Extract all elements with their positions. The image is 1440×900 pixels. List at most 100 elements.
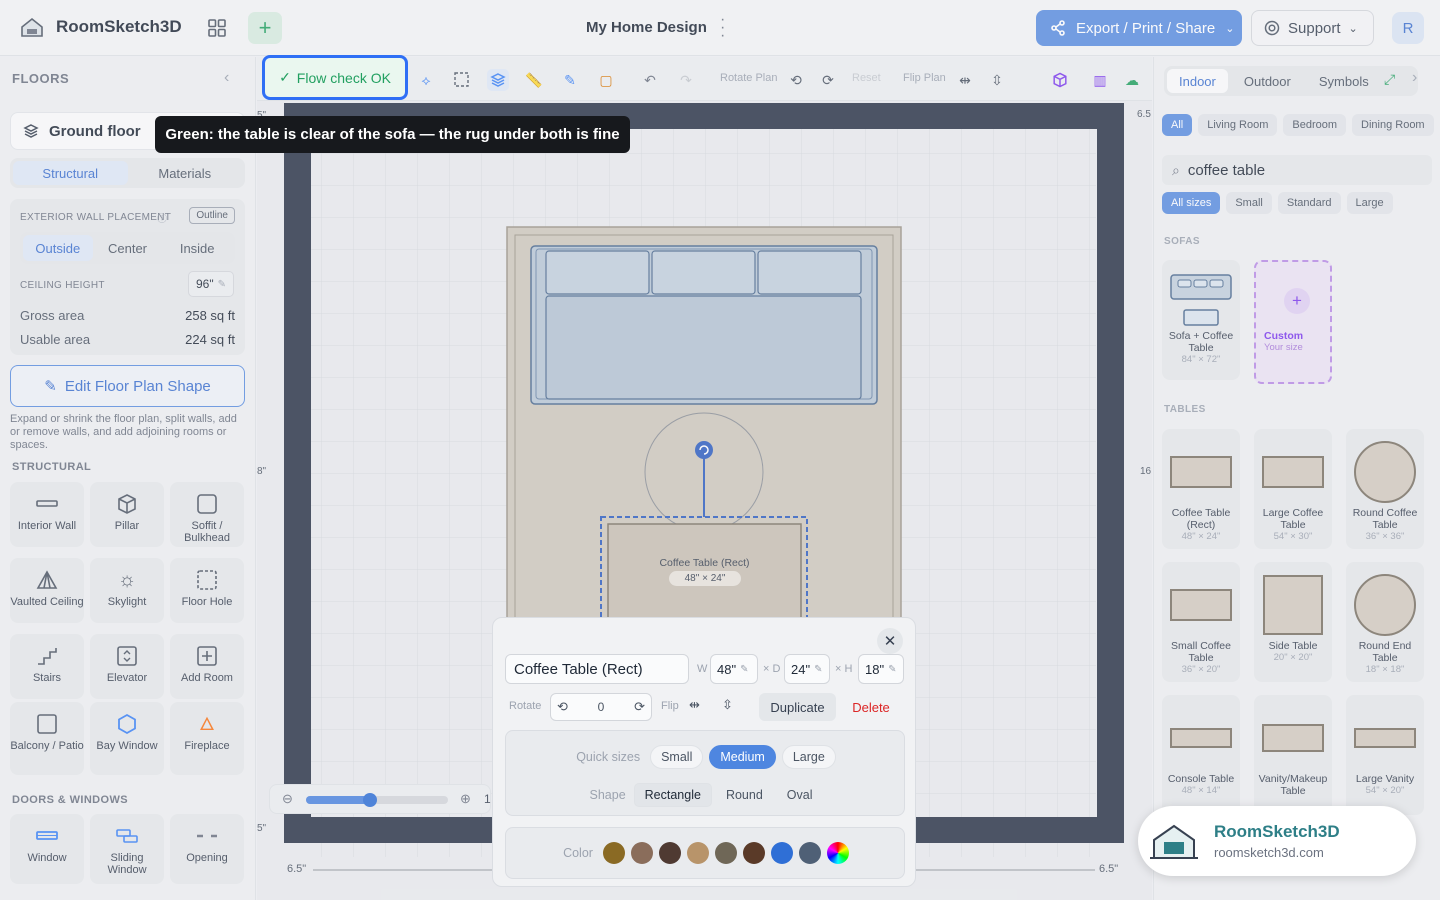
tab-outdoor[interactable]: Outdoor [1232, 69, 1303, 93]
library-item[interactable]: Side Table 20" × 20" [1254, 562, 1332, 682]
tool-bay-window[interactable]: Bay Window [90, 702, 164, 775]
room-chip-bedroom[interactable]: Bedroom [1283, 114, 1347, 136]
avatar[interactable]: R [1392, 12, 1424, 44]
rotate-cw-icon[interactable]: ⟳ [634, 699, 645, 715]
project-menu-icon[interactable]: · · · [720, 12, 725, 44]
rotate-value[interactable]: 0 [598, 700, 605, 714]
color-swatch[interactable] [742, 842, 765, 864]
note-icon[interactable]: ▢ [595, 69, 617, 91]
ruler-icon[interactable]: 📏 [523, 69, 545, 91]
flip-horizontal-icon[interactable]: ⇹ [689, 697, 700, 713]
library-item[interactable]: Round End Table 18" × 18" [1346, 562, 1424, 682]
tool-opening[interactable]: Opening [170, 814, 244, 884]
expand-icon[interactable]: ⤢ [1384, 71, 1395, 88]
wall-option-inside[interactable]: Inside [162, 235, 232, 261]
help-circle-icon[interactable]: ⓘ [157, 210, 167, 225]
color-swatch[interactable] [630, 842, 653, 864]
rotate-ccw-icon[interactable]: ⟲ [785, 69, 807, 91]
tool-soffit[interactable]: Soffit / Bulkhead [170, 482, 244, 547]
library-item[interactable]: Large Coffee Table 54" × 30" [1254, 429, 1332, 549]
grid-menu-icon[interactable] [203, 14, 231, 42]
shape-oval[interactable]: Oval [777, 784, 823, 806]
flip-vertical-icon[interactable]: ⇳ [986, 69, 1008, 91]
layers-icon[interactable] [487, 69, 509, 91]
zoom-slider-knob[interactable] [362, 793, 377, 807]
promo-badge[interactable]: RoomSketch3D roomsketch3d.com [1138, 806, 1416, 876]
collapse-panel-icon[interactable]: ‹ [224, 69, 229, 87]
size-medium[interactable]: Medium [709, 745, 776, 769]
library-item[interactable]: Coffee Table (Rect) 48" × 24" [1162, 429, 1240, 549]
tool-vaulted-ceiling[interactable]: Vaulted Ceiling [10, 558, 84, 623]
custom-color-picker-icon[interactable] [826, 842, 849, 864]
magic-pen-icon[interactable]: ✎ [559, 69, 581, 91]
color-swatch[interactable] [602, 842, 625, 864]
select-icon[interactable] [451, 69, 473, 91]
room-chip-dining[interactable]: Dining Room [1352, 114, 1434, 136]
library-item[interactable]: Vanity/Makeup Table [1254, 695, 1332, 815]
add-project-button[interactable]: + [248, 12, 282, 44]
reset-button[interactable]: Reset [852, 72, 881, 84]
redo-icon[interactable]: ↷ [675, 69, 697, 91]
room-chip-living[interactable]: Living Room [1198, 114, 1278, 136]
tab-indoor[interactable]: Indoor [1167, 69, 1228, 93]
flow-check-button[interactable]: ✓ Flow check OK [262, 55, 408, 100]
tool-balcony[interactable]: Balcony / Patio [10, 702, 84, 775]
app-name[interactable]: RoomSketch3D [56, 17, 182, 37]
tab-materials[interactable]: Materials [128, 161, 243, 185]
undo-icon[interactable]: ↶ [639, 69, 661, 91]
tool-window[interactable]: Window [10, 814, 84, 884]
color-swatch[interactable] [798, 842, 821, 864]
size-small[interactable]: Small [650, 745, 704, 769]
delete-button[interactable]: Delete [843, 693, 899, 721]
tab-symbols[interactable]: Symbols [1307, 69, 1381, 93]
custom-item[interactable]: + Custom Your size [1254, 260, 1332, 384]
size-chip-all[interactable]: All sizes [1162, 192, 1221, 214]
rotate-ccw-icon[interactable]: ⟲ [557, 699, 568, 715]
width-field[interactable]: 48" ✎ [710, 654, 758, 684]
tool-floor-hole[interactable]: Floor Hole [170, 558, 244, 623]
edit-floor-plan-button[interactable]: ✎ Edit Floor Plan Shape [10, 365, 245, 407]
support-button[interactable]: Support ⌄ [1251, 10, 1374, 46]
wall-option-outside[interactable]: Outside [23, 235, 93, 261]
close-icon[interactable]: ✕ [877, 628, 903, 654]
height-field[interactable]: 18" ✎ [858, 654, 904, 684]
room-chip-all[interactable]: All [1162, 114, 1193, 136]
tool-stairs[interactable]: Stairs [10, 634, 84, 699]
tool-interior-wall[interactable]: Interior Wall [10, 482, 84, 547]
size-chip-standard[interactable]: Standard [1277, 192, 1341, 214]
item-name-input[interactable]: Coffee Table (Rect) [505, 654, 689, 684]
duplicate-button[interactable]: Duplicate [759, 693, 836, 721]
sofa[interactable] [530, 245, 878, 405]
flip-horizontal-icon[interactable]: ⇹ [954, 69, 976, 91]
ceiling-height-field[interactable]: 96" ✎ [188, 271, 234, 297]
zoom-slider[interactable] [306, 793, 448, 807]
size-chip-small[interactable]: Small [1226, 192, 1272, 214]
tool-pillar[interactable]: Pillar [90, 482, 164, 547]
library-item[interactable]: Sofa + Coffee Table 84" × 72" [1162, 260, 1240, 380]
library-item[interactable]: Small Coffee Table 36" × 20" [1162, 562, 1240, 682]
tool-sliding-window[interactable]: Sliding Window [90, 814, 164, 884]
library-search-input[interactable]: ⌕ coffee table [1162, 155, 1432, 185]
size-chip-large[interactable]: Large [1346, 192, 1393, 214]
color-swatch[interactable] [658, 842, 681, 864]
shape-rectangle[interactable]: Rectangle [633, 783, 712, 807]
flip-vertical-icon[interactable]: ⇳ [722, 697, 733, 713]
wall-option-center[interactable]: Center [93, 235, 163, 261]
shape-round[interactable]: Round [716, 784, 773, 806]
size-large[interactable]: Large [781, 745, 836, 769]
chevron-right-icon[interactable]: › [1412, 69, 1417, 87]
library-item[interactable]: Round Coffee Table 36" × 36" [1346, 429, 1424, 549]
zoom-out-icon[interactable]: ⊖ [282, 791, 293, 807]
building-icon[interactable]: ▥ [1089, 69, 1111, 91]
outline-badge[interactable]: Outline [189, 207, 235, 224]
color-swatch[interactable] [770, 842, 793, 864]
tab-structural[interactable]: Structural [13, 161, 128, 185]
library-item[interactable]: Large Vanity 54" × 20" [1346, 695, 1424, 815]
cloud-icon[interactable]: ☁ [1121, 69, 1143, 91]
project-title[interactable]: My Home Design [586, 19, 707, 36]
tool-fireplace[interactable]: 🜂 Fireplace [170, 702, 244, 775]
3d-cube-icon[interactable] [1049, 69, 1071, 91]
tool-skylight[interactable]: ☼ Skylight [90, 558, 164, 623]
tool-add-room[interactable]: Add Room [170, 634, 244, 699]
magic-wand-icon[interactable]: ⟡ [415, 69, 437, 91]
